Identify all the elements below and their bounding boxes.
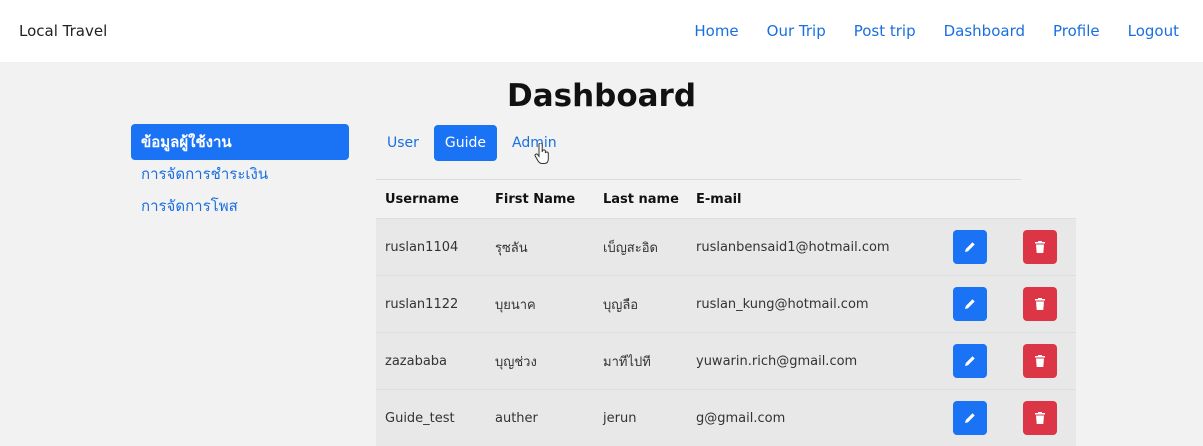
nav-link-dashboard[interactable]: Dashboard (944, 22, 1025, 40)
cell-username: zazababa (385, 353, 448, 369)
table-row: ruslan1122 บุยนาค บุญลือ ruslan_kung@hot… (376, 275, 1076, 332)
tab-user[interactable]: User (376, 125, 430, 161)
nav-link-our-trip[interactable]: Our Trip (767, 22, 826, 40)
guides-table: Username First Name Last name E-mail rus… (376, 180, 1076, 446)
cell-first-name: รุซลัน (495, 240, 528, 256)
cell-first-name: บุยนาค (495, 297, 536, 313)
delete-button[interactable] (1023, 230, 1057, 264)
column-header-last-name: Last name (603, 191, 679, 207)
table-header: Username First Name Last name E-mail (376, 180, 1076, 218)
edit-button[interactable] (953, 344, 987, 378)
nav-link-logout[interactable]: Logout (1128, 22, 1179, 40)
cell-username: ruslan1104 (385, 239, 459, 255)
pencil-icon (965, 299, 975, 309)
delete-button[interactable] (1023, 287, 1057, 321)
trash-icon (1035, 298, 1045, 310)
edit-button[interactable] (953, 230, 987, 264)
pencil-icon (965, 413, 975, 423)
table-row: ruslan1104 รุซลัน เบ็ญสะอิด ruslanbensai… (376, 218, 1076, 275)
edit-button[interactable] (953, 287, 987, 321)
cell-email: ruslan_kung@hotmail.com (696, 296, 869, 312)
sidebar-item-payment-management[interactable]: การจัดการชำระเงิน (131, 160, 349, 192)
column-header-email: E-mail (696, 191, 742, 207)
nav-link-home[interactable]: Home (694, 22, 738, 40)
edit-button[interactable] (953, 401, 987, 435)
table-row: zazababa บุญช่วง มาทีไปที yuwarin.rich@g… (376, 332, 1076, 389)
page-title: Dashboard (506, 78, 697, 114)
cell-first-name: auther (495, 410, 538, 426)
cell-last-name: บุญลือ (603, 297, 639, 313)
cell-email: yuwarin.rich@gmail.com (696, 353, 858, 369)
pencil-icon (965, 242, 975, 252)
tab-guide[interactable]: Guide (433, 125, 498, 161)
cell-first-name: บุญช่วง (495, 354, 537, 370)
brand-logo[interactable]: Local Travel (19, 22, 107, 40)
top-navbar: Local Travel Home Our Trip Post trip Das… (0, 0, 1203, 62)
trash-icon (1035, 241, 1045, 253)
sidebar: ข้อมูลผู้ใช้งาน การจัดการชำระเงิน การจัด… (131, 124, 349, 224)
column-header-username: Username (385, 191, 459, 207)
nav-link-profile[interactable]: Profile (1053, 22, 1100, 40)
sidebar-item-post-management[interactable]: การจัดการโพส (131, 192, 349, 224)
pencil-icon (965, 356, 975, 366)
nav-links: Home Our Trip Post trip Dashboard Profil… (666, 22, 1179, 40)
cell-email: g@gmail.com (696, 410, 786, 426)
delete-button[interactable] (1023, 401, 1057, 435)
column-header-first-name: First Name (495, 191, 576, 207)
table-row: Guide_test auther jerun g@gmail.com (376, 389, 1076, 446)
sidebar-item-user-info[interactable]: ข้อมูลผู้ใช้งาน (131, 124, 349, 160)
cell-last-name: เบ็ญสะอิด (603, 240, 658, 256)
cell-username: Guide_test (385, 410, 455, 426)
cell-last-name: jerun (603, 410, 637, 426)
delete-button[interactable] (1023, 344, 1057, 378)
trash-icon (1035, 412, 1045, 424)
nav-link-post-trip[interactable]: Post trip (854, 22, 916, 40)
cell-email: ruslanbensaid1@hotmail.com (696, 239, 890, 255)
cell-last-name: มาทีไปที (603, 354, 651, 370)
cell-username: ruslan1122 (385, 296, 459, 312)
trash-icon (1035, 355, 1045, 367)
hand-pointer-icon (534, 143, 549, 164)
